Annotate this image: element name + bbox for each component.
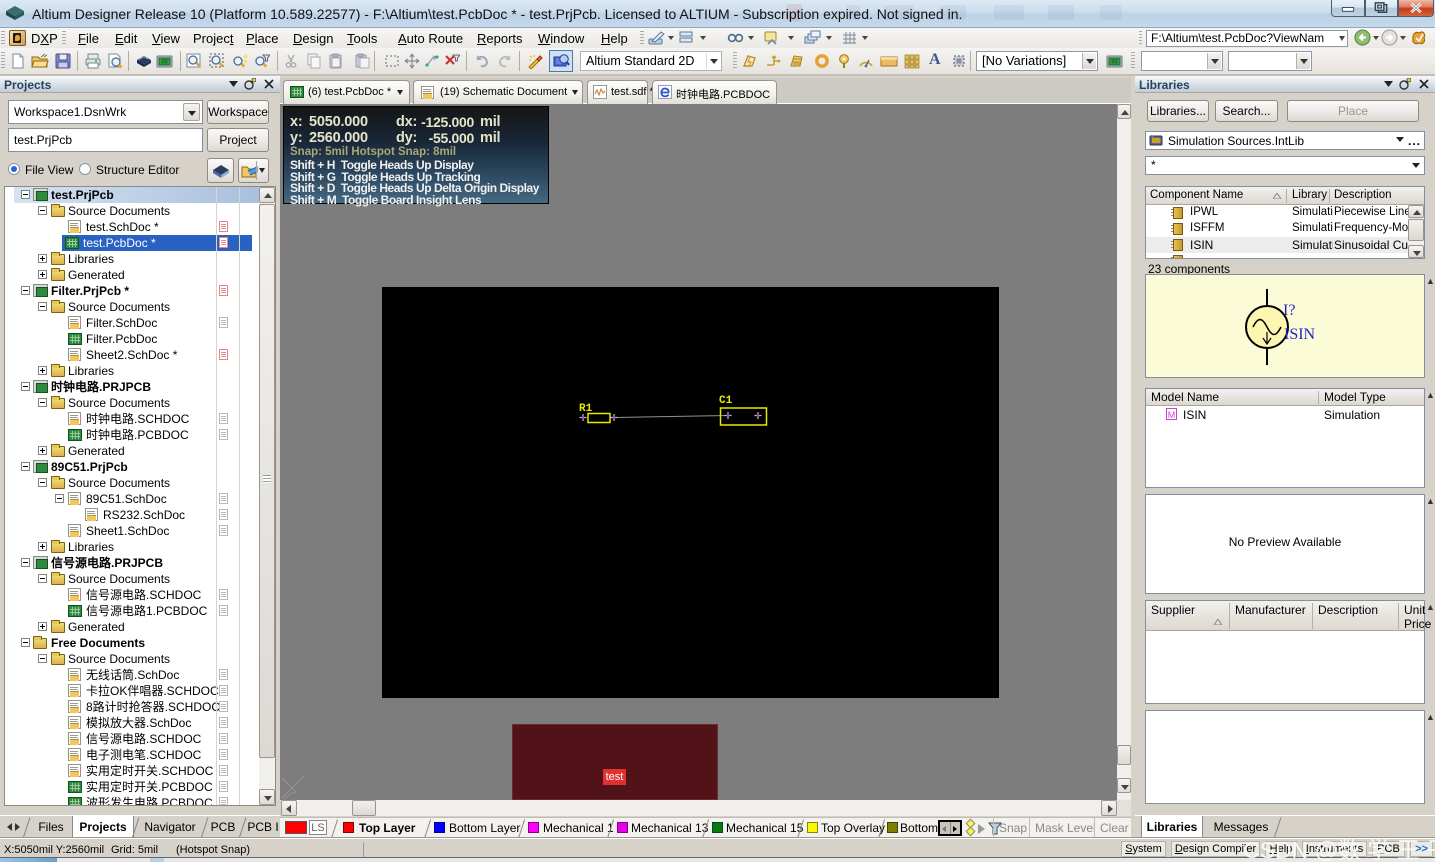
svg-text:ISIN: ISIN: [1284, 326, 1316, 343]
svg-text:C1: C1: [719, 395, 733, 407]
svg-text:I?: I?: [1283, 302, 1295, 319]
